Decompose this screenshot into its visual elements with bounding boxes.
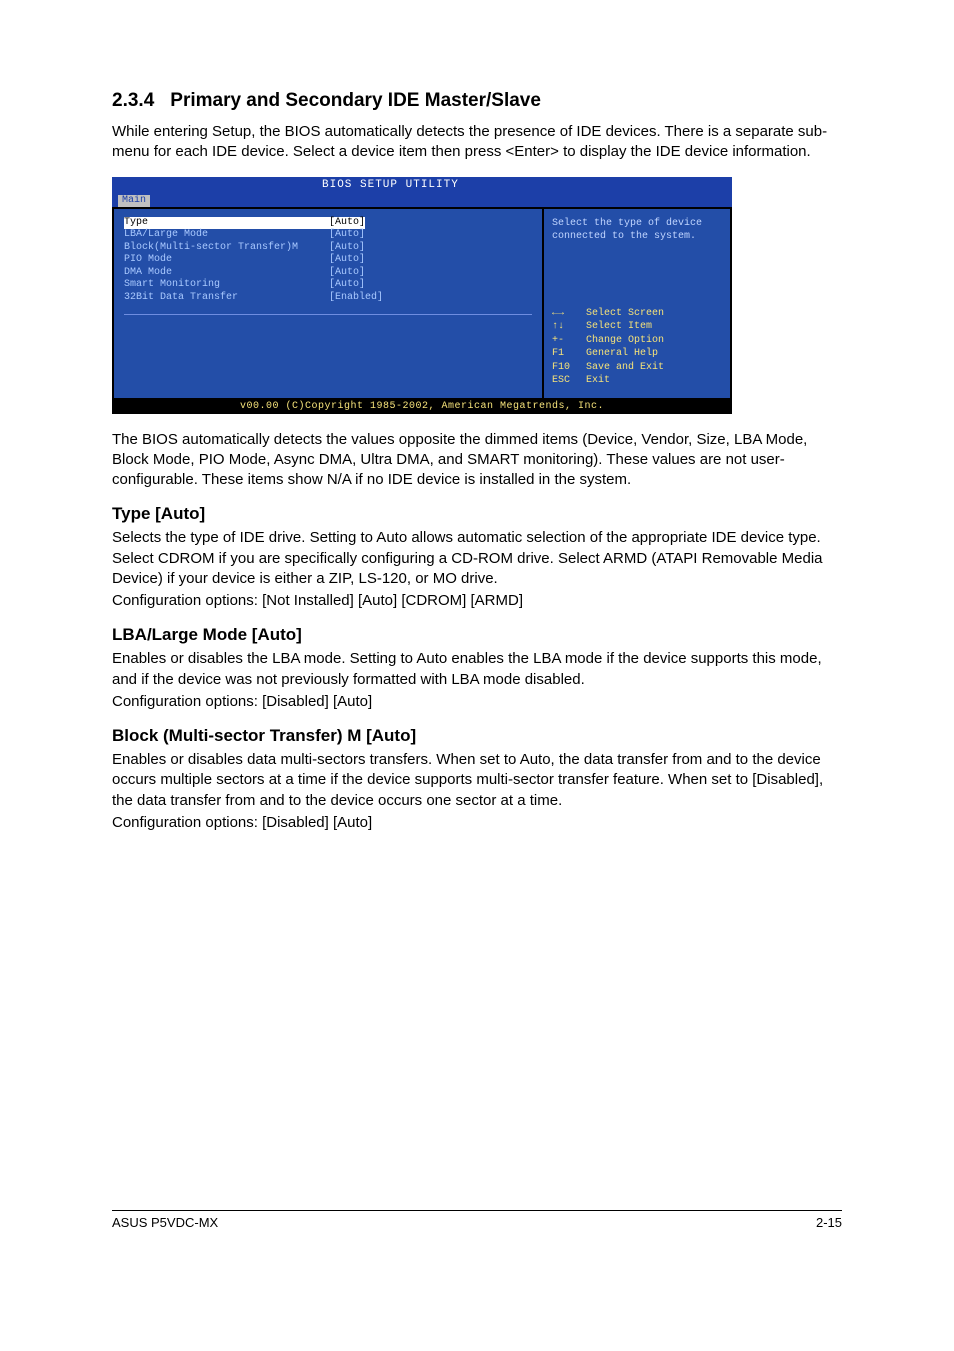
bios-field-label: 32Bit Data Transfer bbox=[124, 292, 329, 305]
block-config: Configuration options: [Disabled] [Auto] bbox=[112, 813, 842, 833]
lba-config: Configuration options: [Disabled] [Auto] bbox=[112, 692, 842, 712]
bios-key: F1 bbox=[552, 347, 586, 361]
bios-field-value: [Auto] bbox=[329, 242, 365, 255]
bios-key-desc: Change Option bbox=[586, 335, 664, 346]
bios-field-row[interactable]: LBA/Large Mode[Auto] bbox=[124, 229, 532, 242]
bios-key-desc: Exit bbox=[586, 375, 610, 386]
bios-field-label: Type bbox=[124, 217, 329, 230]
bios-body: Type[Auto] LBA/Large Mode[Auto] Block(Mu… bbox=[112, 207, 732, 400]
bios-key: ESC bbox=[552, 374, 586, 388]
bios-field-value: [Auto] bbox=[329, 279, 365, 292]
bios-field-label: LBA/Large Mode bbox=[124, 229, 329, 242]
bios-key-desc: Select Item bbox=[586, 321, 652, 332]
bios-key-desc: Select Screen bbox=[586, 308, 664, 319]
bios-footer-bar: v00.00 (C)Copyright 1985-2002, American … bbox=[112, 400, 732, 414]
intro-paragraph: While entering Setup, the BIOS automatic… bbox=[112, 122, 842, 163]
bios-key: ←→ bbox=[552, 307, 586, 321]
bios-field-value: [Enabled] bbox=[329, 292, 383, 305]
after-bios-paragraph: The BIOS automatically detects the value… bbox=[112, 430, 842, 491]
page-footer: ASUS P5VDC-MX 2-15 bbox=[112, 1210, 842, 1230]
section-title: Primary and Secondary IDE Master/Slave bbox=[170, 90, 541, 111]
bios-field-value: [Auto] bbox=[329, 217, 365, 230]
bios-fields-panel: Type[Auto] LBA/Large Mode[Auto] Block(Mu… bbox=[112, 207, 542, 400]
bios-field-value: [Auto] bbox=[329, 229, 365, 242]
bios-field-row[interactable]: Block(Multi-sector Transfer)M[Auto] bbox=[124, 242, 532, 255]
bios-key: F10 bbox=[552, 361, 586, 375]
bios-screenshot: BIOS SETUP UTILITY Main Type[Auto] LBA/L… bbox=[112, 177, 732, 414]
bios-tab-row: Main bbox=[112, 193, 732, 207]
type-config: Configuration options: [Not Installed] [… bbox=[112, 591, 842, 611]
bios-field-label: Smart Monitoring bbox=[124, 279, 329, 292]
bios-divider bbox=[124, 314, 532, 315]
section-heading: 2.3.4 Primary and Secondary IDE Master/Sl… bbox=[112, 90, 842, 112]
block-heading: Block (Multi-sector Transfer) M [Auto] bbox=[112, 726, 842, 746]
footer-page-number: 2-15 bbox=[816, 1215, 842, 1230]
bios-help-text: Select the type of device connected to t… bbox=[552, 217, 722, 307]
lba-heading: LBA/Large Mode [Auto] bbox=[112, 625, 842, 645]
bios-field-row[interactable]: PIO Mode[Auto] bbox=[124, 254, 532, 267]
footer-product: ASUS P5VDC-MX bbox=[112, 1215, 218, 1230]
block-body: Enables or disables data multi-sectors t… bbox=[112, 750, 842, 811]
bios-tab-main[interactable]: Main bbox=[118, 195, 150, 207]
bios-key: ↑↓ bbox=[552, 320, 586, 334]
bios-key: +- bbox=[552, 334, 586, 348]
bios-field-label: PIO Mode bbox=[124, 254, 329, 267]
bios-field-row[interactable]: Type[Auto] bbox=[124, 217, 532, 230]
bios-key-desc: Save and Exit bbox=[586, 362, 664, 373]
bios-field-row[interactable]: DMA Mode[Auto] bbox=[124, 267, 532, 280]
bios-field-label: Block(Multi-sector Transfer)M bbox=[124, 242, 329, 255]
section-number: 2.3.4 bbox=[112, 90, 154, 111]
bios-field-label: DMA Mode bbox=[124, 267, 329, 280]
bios-key-desc: General Help bbox=[586, 348, 658, 359]
bios-keymap: ←→Select Screen ↑↓Select Item +-Change O… bbox=[552, 307, 722, 388]
bios-field-value: [Auto] bbox=[329, 267, 365, 280]
lba-body: Enables or disables the LBA mode. Settin… bbox=[112, 649, 842, 690]
bios-field-value: [Auto] bbox=[329, 254, 365, 267]
type-heading: Type [Auto] bbox=[112, 504, 842, 524]
bios-field-row[interactable]: Smart Monitoring[Auto] bbox=[124, 279, 532, 292]
bios-field-row[interactable]: 32Bit Data Transfer[Enabled] bbox=[124, 292, 532, 305]
bios-help-panel: Select the type of device connected to t… bbox=[542, 207, 732, 400]
bios-title-bar: BIOS SETUP UTILITY bbox=[112, 177, 732, 193]
type-body: Selects the type of IDE drive. Setting t… bbox=[112, 528, 842, 589]
